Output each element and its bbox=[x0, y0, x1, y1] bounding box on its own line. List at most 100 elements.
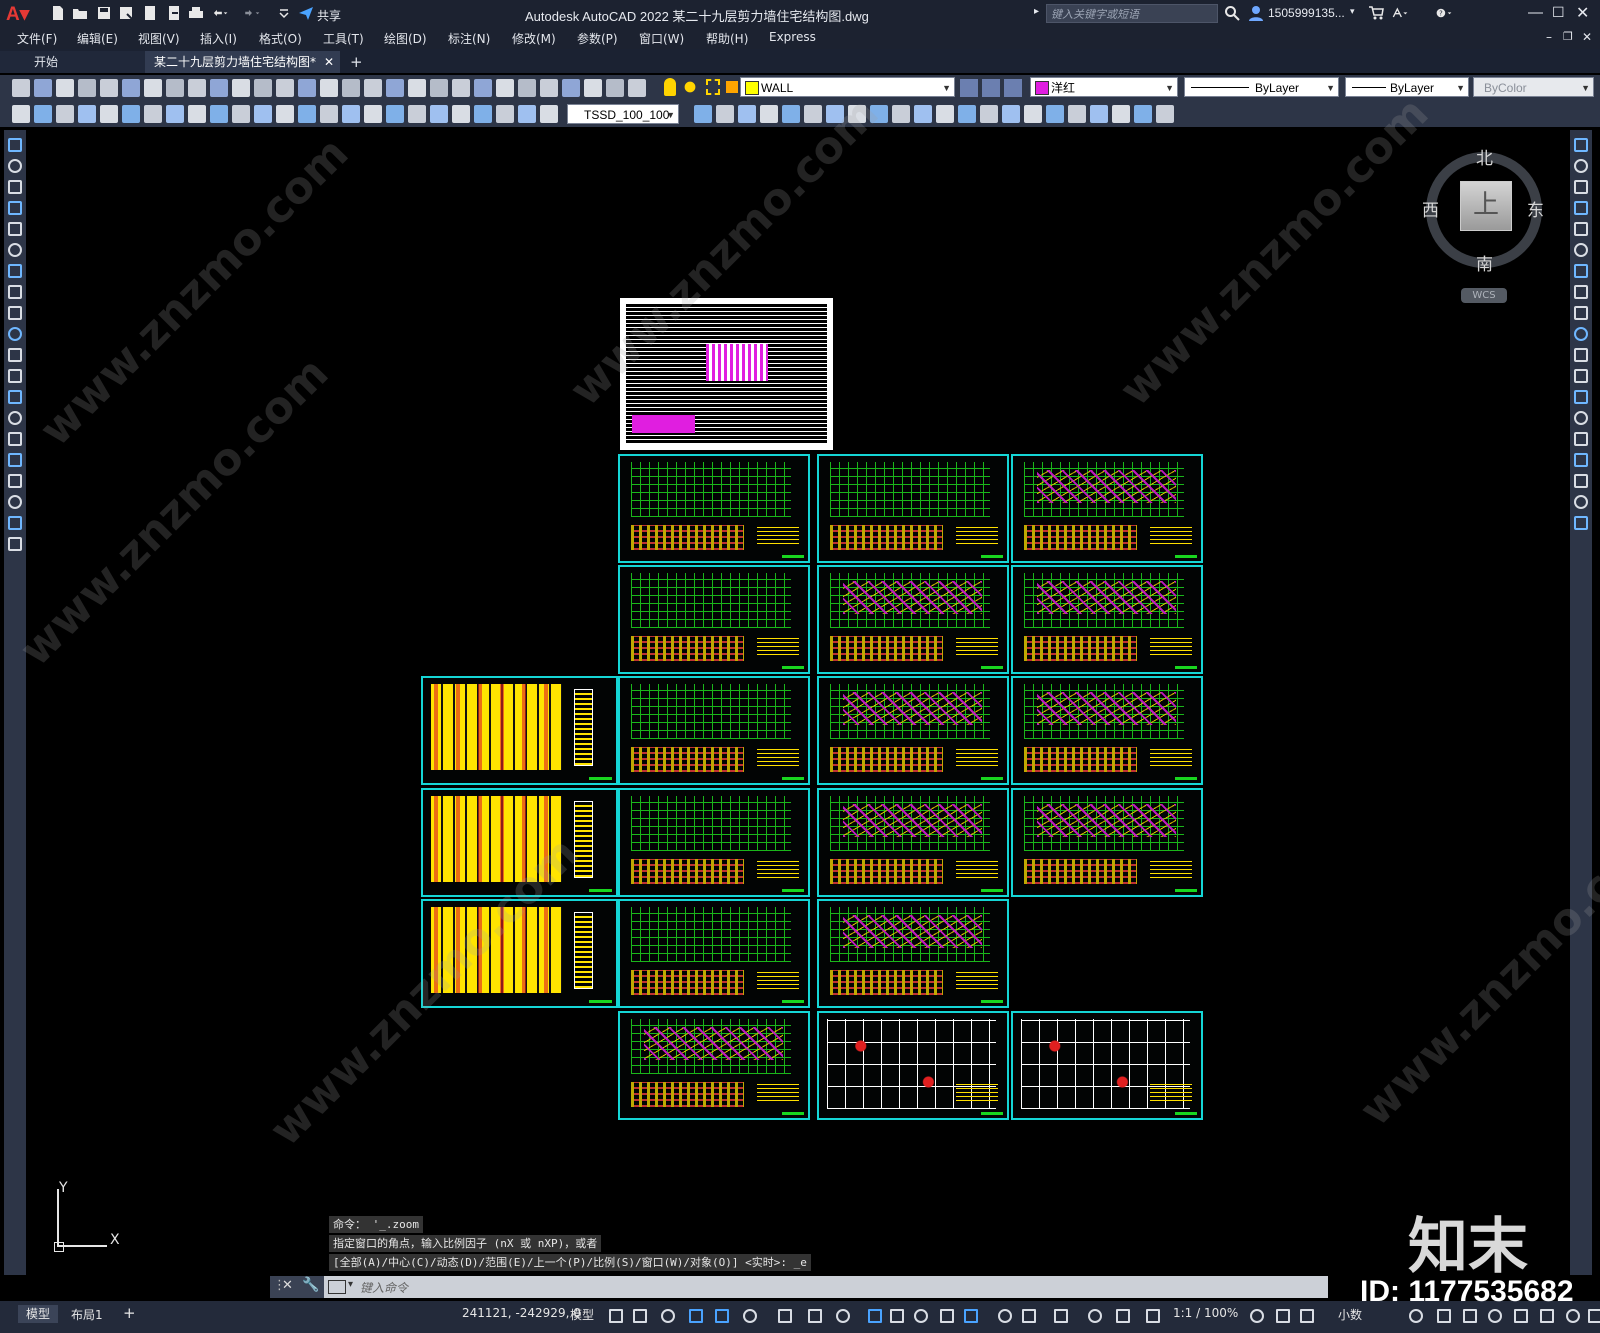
viewcube-east[interactable]: 东 bbox=[1527, 196, 1544, 221]
doc-close-icon[interactable]: ✕ bbox=[1582, 30, 1592, 44]
status-toggle-22-icon[interactable] bbox=[1276, 1309, 1290, 1323]
dimension-tool-25-icon[interactable] bbox=[540, 105, 558, 123]
share-icon[interactable] bbox=[298, 5, 314, 21]
standard-tool-4-icon[interactable] bbox=[78, 79, 96, 97]
rightbar-tool-8-icon[interactable] bbox=[1574, 285, 1588, 299]
status-toggle-8-icon[interactable] bbox=[808, 1309, 822, 1323]
dimension-tool-18-icon[interactable] bbox=[386, 105, 404, 123]
standard-tool-1-icon[interactable] bbox=[12, 79, 30, 97]
drawing-sheet-2[interactable] bbox=[618, 454, 810, 563]
menu-help[interactable]: 帮助(H) bbox=[706, 30, 748, 47]
layer-vp-icon[interactable] bbox=[706, 79, 720, 95]
leftbar-tool-12-icon[interactable] bbox=[8, 369, 22, 383]
standard-tool-8-icon[interactable] bbox=[166, 79, 184, 97]
doc-minimize-icon[interactable]: – bbox=[1546, 30, 1552, 44]
make-current-layer-icon[interactable] bbox=[960, 79, 978, 97]
dimension-tool-37-icon[interactable] bbox=[936, 105, 954, 123]
dimension-tool-45-icon[interactable] bbox=[1112, 105, 1130, 123]
close-icon[interactable]: ✕ bbox=[1576, 3, 1589, 23]
dimension-tool-47-icon[interactable] bbox=[1156, 105, 1174, 123]
coordinates-readout[interactable]: 241121, -242929, 0 bbox=[462, 1306, 581, 1320]
leftbar-tool-18-icon[interactable] bbox=[8, 495, 22, 509]
tab-start[interactable]: 开始 bbox=[0, 51, 145, 73]
menu-file[interactable]: 文件(F) bbox=[17, 30, 57, 47]
status-toggle-30-icon[interactable] bbox=[1566, 1309, 1580, 1323]
leftbar-tool-16-icon[interactable] bbox=[8, 453, 22, 467]
open-icon[interactable] bbox=[72, 5, 88, 21]
drawing-sheet-16[interactable] bbox=[421, 899, 618, 1008]
drawing-sheet-17[interactable] bbox=[618, 899, 810, 1008]
rightbar-tool-17-icon[interactable] bbox=[1574, 474, 1588, 488]
new-icon[interactable] bbox=[50, 5, 66, 21]
drawing-sheet-15[interactable] bbox=[1011, 788, 1203, 897]
menu-dimension[interactable]: 标注(N) bbox=[448, 30, 490, 47]
drawing-sheet-12[interactable] bbox=[421, 788, 618, 897]
dimension-tool-32-icon[interactable] bbox=[826, 105, 844, 123]
dimension-tool-5-icon[interactable] bbox=[100, 105, 118, 123]
viewcube-top-face[interactable]: 上 bbox=[1460, 181, 1512, 231]
standard-tool-13-icon[interactable] bbox=[276, 79, 294, 97]
rightbar-tool-7-icon[interactable] bbox=[1574, 264, 1588, 278]
dimension-tool-11-icon[interactable] bbox=[232, 105, 250, 123]
drawing-sheet-6[interactable] bbox=[817, 565, 1009, 674]
cart-icon[interactable] bbox=[1368, 5, 1384, 21]
drawing-sheet-7[interactable] bbox=[1011, 565, 1203, 674]
drawing-sheet-1[interactable] bbox=[620, 298, 833, 450]
layer-previous-icon[interactable] bbox=[982, 79, 1000, 97]
status-toggle-15-icon[interactable] bbox=[998, 1309, 1012, 1323]
drawing-sheet-18[interactable] bbox=[817, 899, 1009, 1008]
standard-tool-19-icon[interactable] bbox=[408, 79, 426, 97]
dimension-tool-42-icon[interactable] bbox=[1046, 105, 1064, 123]
dimension-tool-27-icon[interactable] bbox=[716, 105, 734, 123]
tab-drawing[interactable]: 某二十九层剪力墙住宅结构图* ✕ bbox=[145, 51, 340, 73]
dimension-tool-30-icon[interactable] bbox=[782, 105, 800, 123]
dimension-tool-2-icon[interactable] bbox=[34, 105, 52, 123]
rightbar-tool-12-icon[interactable] bbox=[1574, 369, 1588, 383]
status-toggle-17-icon[interactable] bbox=[1054, 1309, 1068, 1323]
redo-icon[interactable] bbox=[244, 5, 270, 21]
rightbar-tool-15-icon[interactable] bbox=[1574, 432, 1588, 446]
standard-tool-16-icon[interactable] bbox=[342, 79, 360, 97]
leftbar-tool-6-icon[interactable] bbox=[8, 243, 22, 257]
menu-format[interactable]: 格式(O) bbox=[259, 30, 302, 47]
standard-tool-11-icon[interactable] bbox=[232, 79, 250, 97]
leftbar-tool-10-icon[interactable] bbox=[8, 327, 22, 341]
leftbar-tool-15-icon[interactable] bbox=[8, 432, 22, 446]
dimension-tool-15-icon[interactable] bbox=[320, 105, 338, 123]
status-toggle-2-icon[interactable] bbox=[633, 1309, 647, 1323]
community-icon[interactable] bbox=[1392, 5, 1416, 21]
dimension-tool-3-icon[interactable] bbox=[56, 105, 74, 123]
status-toggle-12-icon[interactable] bbox=[914, 1309, 928, 1323]
plotstyle-select[interactable]: ByColor ▼ bbox=[1473, 77, 1594, 97]
status-toggle-28-icon[interactable] bbox=[1514, 1309, 1528, 1323]
dimension-tool-33-icon[interactable] bbox=[848, 105, 866, 123]
viewcube-south[interactable]: 南 bbox=[1476, 250, 1493, 275]
add-layout-icon[interactable]: + bbox=[123, 1304, 136, 1322]
standard-tool-6-icon[interactable] bbox=[122, 79, 140, 97]
rightbar-tool-1-icon[interactable] bbox=[1574, 138, 1588, 152]
viewcube-north[interactable]: 北 bbox=[1476, 144, 1493, 169]
leftbar-tool-19-icon[interactable] bbox=[8, 516, 22, 530]
export-icon[interactable] bbox=[166, 5, 182, 21]
rightbar-tool-6-icon[interactable] bbox=[1574, 243, 1588, 257]
status-toggle-31-icon[interactable] bbox=[1588, 1309, 1600, 1323]
dimension-tool-10-icon[interactable] bbox=[210, 105, 228, 123]
linetype-select[interactable]: ByLayer ▼ bbox=[1184, 77, 1339, 97]
dimension-tool-12-icon[interactable] bbox=[254, 105, 272, 123]
leftbar-tool-5-icon[interactable] bbox=[8, 222, 22, 236]
menu-view[interactable]: 视图(V) bbox=[138, 30, 180, 47]
help-icon[interactable]: ? bbox=[1436, 5, 1462, 21]
viewcube-west[interactable]: 西 bbox=[1422, 196, 1439, 221]
menu-window[interactable]: 窗口(W) bbox=[639, 30, 684, 47]
rightbar-tool-18-icon[interactable] bbox=[1574, 495, 1588, 509]
status-toggle-18-icon[interactable] bbox=[1088, 1309, 1102, 1323]
standard-tool-21-icon[interactable] bbox=[452, 79, 470, 97]
drawing-sheet-14[interactable] bbox=[817, 788, 1009, 897]
standard-tool-2-icon[interactable] bbox=[34, 79, 52, 97]
user-name[interactable]: 1505999135... bbox=[1268, 6, 1345, 20]
command-settings-icon[interactable]: 🔧 bbox=[302, 1277, 319, 1293]
dimension-tool-39-icon[interactable] bbox=[980, 105, 998, 123]
doc-restore-icon[interactable]: ❐ bbox=[1563, 30, 1573, 43]
dimension-tool-23-icon[interactable] bbox=[496, 105, 514, 123]
save-as-icon[interactable] bbox=[118, 5, 134, 21]
